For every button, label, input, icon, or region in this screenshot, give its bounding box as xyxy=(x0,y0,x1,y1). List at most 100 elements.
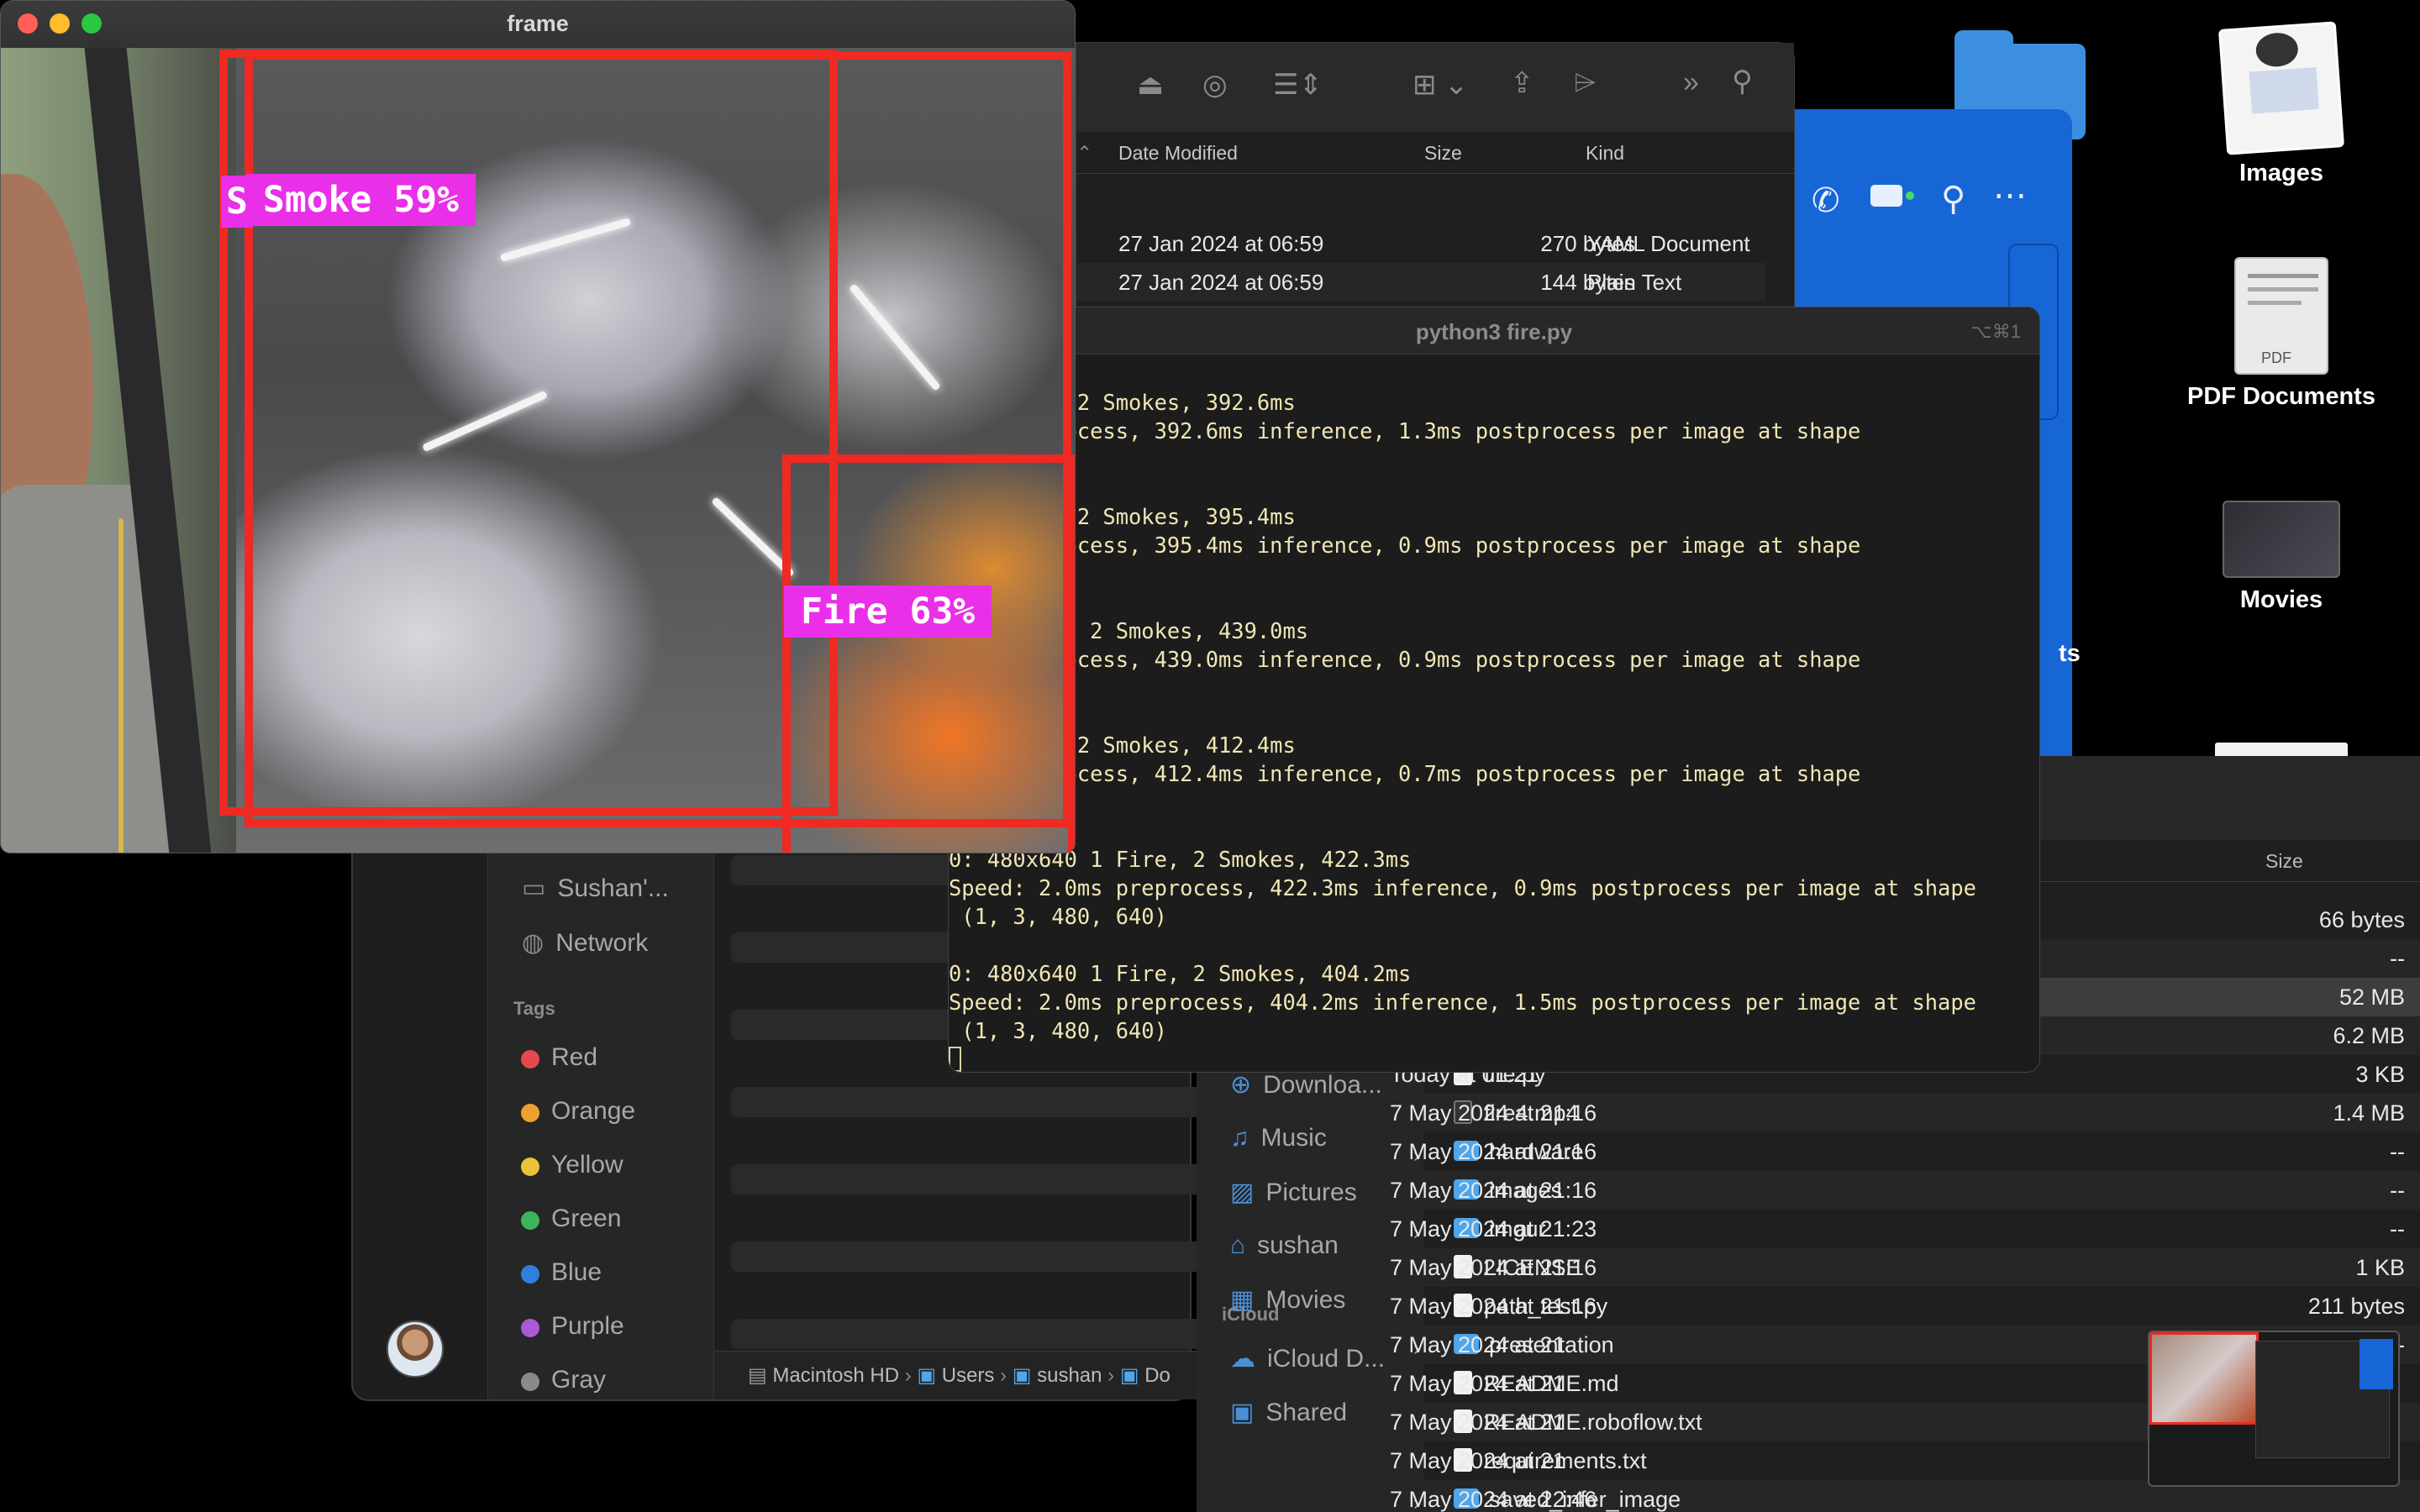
file-row[interactable]: › images 7 May 2024 at 21:16 -- xyxy=(1390,1171,2420,1210)
close-button[interactable] xyxy=(18,13,38,34)
sidebar-item-pictures[interactable]: ▨ Pictures xyxy=(1230,1178,1357,1207)
search-icon[interactable]: ⚲ xyxy=(1732,65,1753,98)
terminal-line: 80, 640) xyxy=(949,788,2039,816)
video-camera-icon[interactable] xyxy=(1870,185,1902,207)
movies-stack-icon xyxy=(2223,501,2340,578)
column-header-kind[interactable]: Kind xyxy=(1586,142,1624,165)
share-icon[interactable]: ⇪ xyxy=(1510,66,1534,100)
row-date: 27 Jan 2024 at 06:59 xyxy=(1118,231,1324,256)
terminal-output[interactable]: 0 1 Fire, 2 Smokes, 392.6ms 3ms preproces… xyxy=(949,388,2039,1072)
minimize-button[interactable] xyxy=(50,13,70,34)
search-icon[interactable]: ⚲ xyxy=(1941,180,1965,218)
disk-icon: ▤ xyxy=(748,1364,773,1387)
column-header-date[interactable]: Date Modified xyxy=(1118,142,1238,165)
eject-icon[interactable]: ⏏ xyxy=(1137,68,1164,102)
terminal-line: 8ms preprocess, 439.0ms inference, 0.9ms… xyxy=(949,647,1861,672)
path-segment[interactable]: sushan xyxy=(1037,1364,1102,1387)
tag-label: Red xyxy=(551,1043,598,1071)
placeholder-row xyxy=(731,1319,1202,1349)
screenshot-preview-thumbnail[interactable] xyxy=(2148,1331,2400,1487)
text-cursor xyxy=(949,1047,961,1072)
more-chevron-icon[interactable]: » xyxy=(1683,66,1699,99)
tag-label: Yellow xyxy=(551,1151,623,1179)
more-icon[interactable]: ⋯ xyxy=(1993,176,2027,215)
terminal-line: 8ms preprocess, 395.4ms inference, 0.9ms… xyxy=(949,533,1861,558)
sidebar-item-label: Pictures xyxy=(1265,1179,1357,1206)
terminal-window[interactable]: python3 fire.py ⌥⌘1 0 1 Fire, 2 Smokes, … xyxy=(948,307,2040,1073)
sidebar-item-music[interactable]: ♫ Music xyxy=(1230,1124,1327,1152)
tag-item-orange[interactable]: Orange xyxy=(521,1097,706,1127)
desktop-stack-images[interactable]: Images xyxy=(2172,21,2391,187)
row-size: 3 KB xyxy=(2355,1062,2405,1087)
tag-color-dot-icon xyxy=(521,1265,539,1284)
row-size: 6.2 MB xyxy=(2333,1023,2405,1048)
row-date: 7 May 2024 at 21 xyxy=(1390,1410,1565,1435)
placeholder-row xyxy=(731,1164,1202,1194)
terminal-shortcut: ⌥⌘1 xyxy=(1970,321,2021,342)
status-dot-icon xyxy=(1906,192,1914,200)
desktop-stack-movies[interactable]: Movies xyxy=(2172,501,2391,614)
sidebar-item-sushan[interactable]: ⌂ sushan xyxy=(1230,1231,1339,1260)
row-date: 7 May 2024 at 21 xyxy=(1390,1448,1565,1473)
finder-window-top[interactable]: ⏏ ◎ ☰⇕ ⊞ ⌄ ⇪ ⌲ » ⚲ ⌃ Date Modified Size … xyxy=(1076,42,1795,333)
tag-item-green[interactable]: Green xyxy=(521,1205,706,1235)
tag-item-yellow[interactable]: Yellow xyxy=(521,1151,706,1181)
row-date: 7 May 2024 at 21:16 xyxy=(1390,1178,1597,1203)
tag-icon[interactable]: ⌲ xyxy=(1574,66,1597,99)
view-grid-icon[interactable]: ⊞ ⌄ xyxy=(1413,68,1468,102)
desktop-stack-pdf[interactable]: PDF PDF Documents xyxy=(2172,257,2391,411)
sidebar-item-icloudd[interactable]: ☁ iCloud D... xyxy=(1230,1344,1385,1373)
airdrop-icon[interactable]: ◎ xyxy=(1202,68,1228,102)
row-size: 1.4 MB xyxy=(2333,1100,2405,1126)
zoom-button[interactable] xyxy=(82,13,102,34)
frame-titlebar: frame xyxy=(1,1,1075,48)
placeholder-row xyxy=(731,1087,1202,1117)
row-date: 7 May 2024 at 21:16 xyxy=(1390,1294,1597,1319)
tag-item-blue[interactable]: Blue xyxy=(521,1258,706,1289)
terminal-line: 0 1 Fire, 2 Smokes, 395.4ms xyxy=(949,504,1296,529)
laptop-icon: ▭ xyxy=(522,874,546,902)
file-row[interactable]: › imgur 7 May 2024 at 21:23 -- xyxy=(1390,1210,2420,1248)
column-header-size[interactable]: Size xyxy=(2265,850,2303,873)
path-segment[interactable]: Do xyxy=(1144,1364,1171,1387)
row-date: 7 May 2024 at 21:16 xyxy=(1390,1139,1597,1164)
row-size: 66 bytes xyxy=(2318,907,2405,932)
tag-item-purple[interactable]: Purple xyxy=(521,1312,706,1342)
row-date: 7 May 2024 at 22:46 xyxy=(1390,1487,1597,1512)
finder-toolbar: ⏏ ◎ ☰⇕ ⊞ ⌄ ⇪ ⌲ » ⚲ xyxy=(1076,43,1794,132)
row-date: 7 May 2024 at 21:23 xyxy=(1390,1216,1597,1242)
sidebar-item-label: sushan xyxy=(1257,1231,1339,1259)
sidebar-item-shared[interactable]: ▣ Shared xyxy=(1230,1398,1347,1427)
tag-item-red[interactable]: Red xyxy=(521,1043,706,1074)
tag-item-gray[interactable]: Gray xyxy=(521,1366,706,1396)
column-header-size[interactable]: Size xyxy=(1424,142,1462,165)
tag-color-dot-icon xyxy=(521,1319,539,1337)
path-segment[interactable]: Users xyxy=(942,1364,995,1387)
user-avatar[interactable] xyxy=(387,1320,444,1378)
file-row[interactable]: 27 Jan 2024 at 06:59 144 bytes Plain Text xyxy=(1076,263,1765,302)
path-bar: ▤ Macintosh HD › ▣ Users › ▣ sushan › ▣ … xyxy=(714,1351,1202,1399)
file-row[interactable]: LICENSE 7 May 2024 at 21:16 1 KB xyxy=(1390,1248,2420,1287)
file-row[interactable]: fire4.mp4 7 May 2024 at 21:16 1.4 MB xyxy=(1390,1094,2420,1132)
pictures-icon: ▨ xyxy=(1230,1179,1255,1206)
terminal-line: 0: 480x640 1 Fire, 2 Smokes, 422.3ms xyxy=(949,847,1412,872)
terminal-line: (1, 3, 480, 640) xyxy=(949,904,1167,929)
file-row[interactable]: › hardware 7 May 2024 at 21:16 -- xyxy=(1390,1132,2420,1171)
sidebar-item-label: Sushan'... xyxy=(557,874,669,902)
path-segment[interactable]: Macintosh HD xyxy=(772,1364,899,1387)
file-row[interactable]: path_test.py 7 May 2024 at 21:16 211 bytes xyxy=(1390,1287,2420,1326)
row-date: 7 May 2024 at 21 xyxy=(1390,1332,1565,1357)
list-sort-icon[interactable]: ☰⇕ xyxy=(1273,68,1323,102)
frame-window[interactable]: frame S Smoke 59% Fire 63% xyxy=(0,0,1076,853)
sidebar-item-network[interactable]: ◍ Network xyxy=(522,928,648,958)
sidebar-item-computer[interactable]: ▭ Sushan'... xyxy=(522,874,669,903)
terminal-prompt[interactable] xyxy=(949,1045,2039,1072)
sidebar-item-downloa[interactable]: ⊕ Downloa... xyxy=(1230,1070,1382,1100)
file-row[interactable]: 27 Jan 2024 at 06:59 270 bytes YAML Docume… xyxy=(1076,224,1765,263)
phone-icon[interactable]: ✆ xyxy=(1812,181,1840,220)
download-icon: ⊕ xyxy=(1230,1071,1252,1099)
desktop-partial-label: ts xyxy=(2059,640,2081,667)
